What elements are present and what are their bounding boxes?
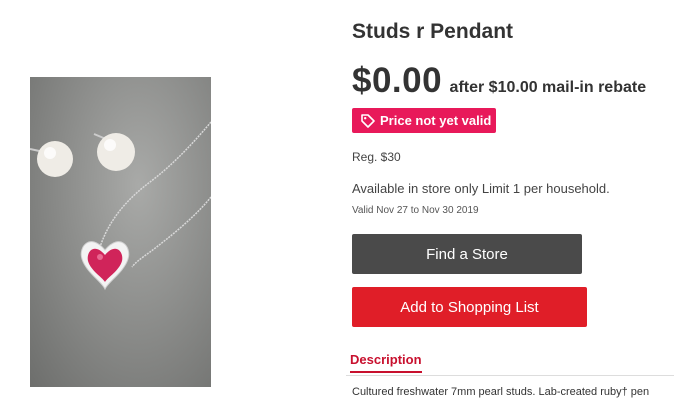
find-store-button[interactable]: Find a Store xyxy=(352,234,582,274)
jewelry-illustration xyxy=(30,121,211,291)
tag-icon xyxy=(361,113,375,128)
product-tabs: Description xyxy=(346,352,674,376)
price-status-badge: Price not yet valid xyxy=(352,108,496,133)
valid-dates: Valid Nov 27 to Nov 30 2019 xyxy=(352,205,479,216)
availability-text: Available in store only Limit 1 per hous… xyxy=(352,181,610,196)
price-row: $0.00 after $10.00 mail-in rebate xyxy=(352,61,646,101)
sale-price: $0.00 xyxy=(352,61,443,100)
description-text: Cultured freshwater 7mm pearl studs. Lab… xyxy=(352,386,650,398)
tab-description[interactable]: Description xyxy=(350,352,422,373)
badge-label: Price not yet valid xyxy=(380,113,492,128)
product-image xyxy=(30,77,211,387)
add-to-shopping-list-button[interactable]: Add to Shopping List xyxy=(352,287,587,327)
rebate-text: after $10.00 mail-in rebate xyxy=(449,79,647,96)
product-title: Studs r Pendant xyxy=(352,20,514,43)
regular-price: Reg. $30 xyxy=(352,150,401,164)
